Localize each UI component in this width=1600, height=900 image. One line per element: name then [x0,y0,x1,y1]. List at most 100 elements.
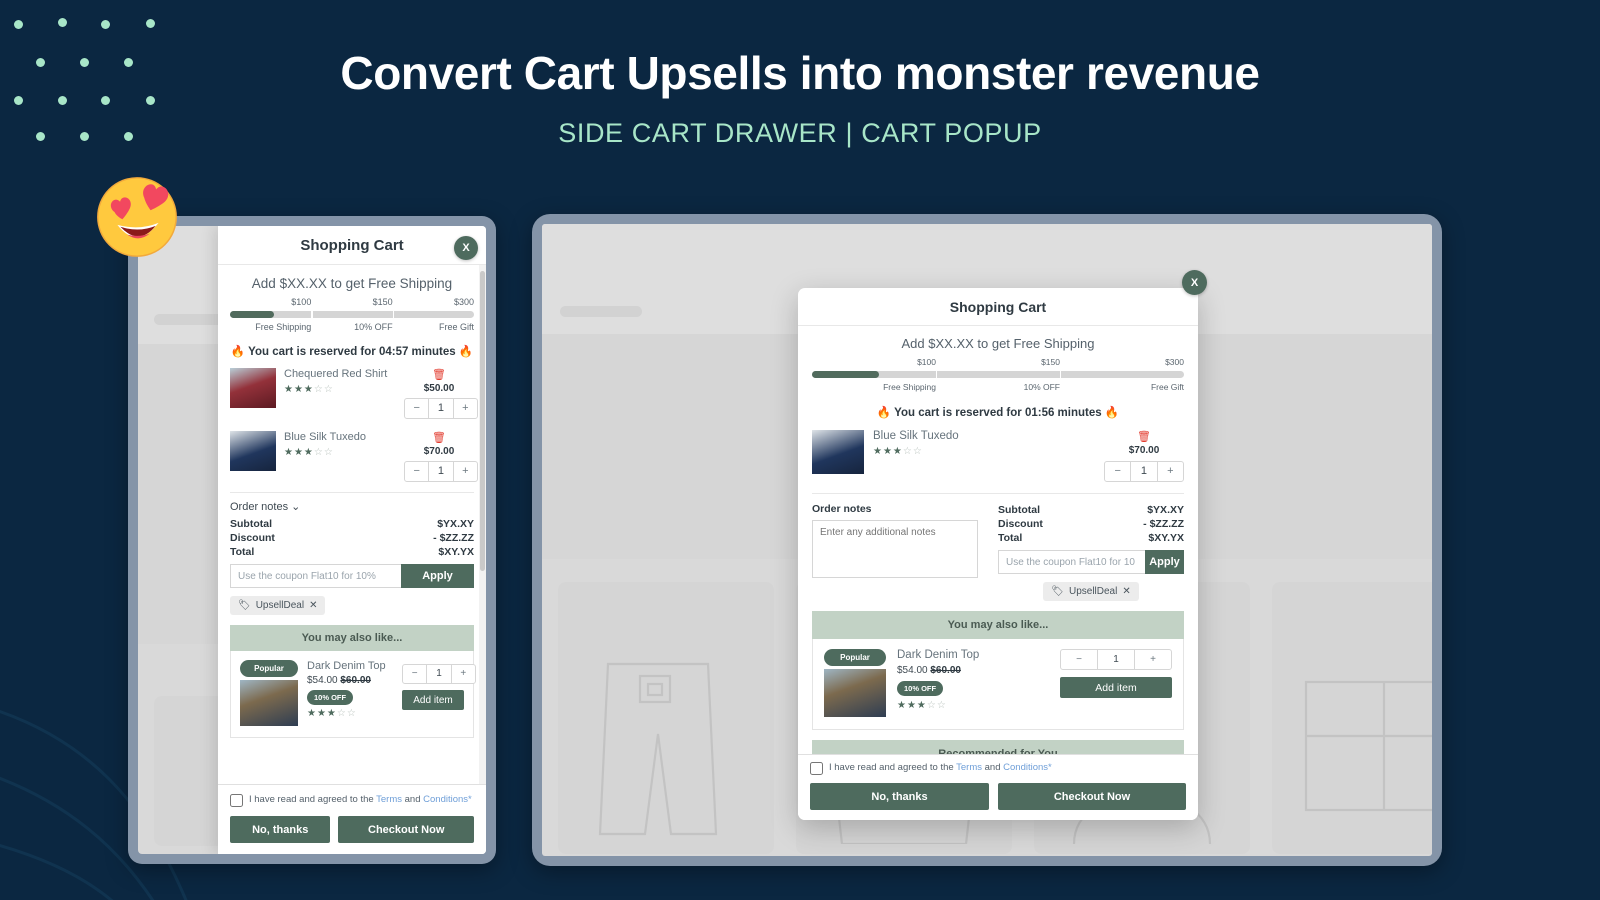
quantity-value[interactable]: 1 [1097,650,1135,669]
summary-value: $XY.YX [438,546,474,558]
product-price: $50.00 [423,383,455,394]
decrease-quantity-button[interactable]: − [405,399,428,418]
poster-canvas: Convert Cart Upsells into monster revenu… [0,0,1600,900]
decline-button[interactable]: No, thanks [810,783,990,810]
upsell-product-name: Dark Denim Top [897,649,980,661]
ghost-text-bar [560,306,642,317]
order-notes-block: Order notes [812,503,978,601]
conditions-link[interactable]: Conditions* [1003,762,1052,773]
drawer-scrollbar[interactable] [479,265,486,784]
increase-quantity-button[interactable]: + [454,462,477,481]
popup-body: Add $XX.XX to get Free Shipping $100 $15… [798,326,1198,768]
coupon-input[interactable] [230,564,401,588]
product-thumbnail [230,368,276,408]
quantity-stepper[interactable]: − 1 + [404,398,478,419]
summary-value: - $ZZ.ZZ [433,532,474,544]
upsell-product-card: Popular Dark Denim Top $54.00 $60.00 10%… [812,639,1184,730]
decrease-quantity-button[interactable]: − [1105,462,1130,481]
close-popup-button[interactable]: X [1182,270,1207,295]
increase-quantity-button[interactable]: + [452,665,475,683]
page-subtitle: SIDE CART DRAWER | CART POPUP [558,118,1042,148]
remove-coupon-icon[interactable]: ✕ [309,600,317,611]
product-price: $70.00 [423,446,455,457]
upsell-price: $54.00 [897,665,928,676]
timer-text: You cart is reserved for 04:57 minutes [248,346,456,358]
cart-title: Shopping Cart [798,288,1198,326]
add-item-button[interactable]: Add item [1060,677,1172,698]
mobile-device-frame: Shopping Cart Add $XX.XX to get Free Shi… [128,216,496,864]
cart-actions: No, thanks Checkout Now [810,783,1186,810]
close-drawer-button[interactable]: X [454,236,478,260]
cart-line-item: Blue Silk Tuxedo ★★★☆☆ 🗑 $70.00 − 1 + [230,431,478,492]
upsell-rating: ★★★☆☆ [897,700,947,711]
progress-tick [392,311,394,318]
decrease-quantity-button[interactable]: − [1061,650,1097,669]
quantity-value[interactable]: 1 [428,462,454,481]
drawer-scroll-area[interactable]: Add $XX.XX to get Free Shipping $100 $15… [218,265,486,784]
quantity-value[interactable]: 1 [426,665,452,683]
coupon-code: UpsellDeal [1068,586,1118,597]
tier-amount: $100 [291,297,312,307]
quantity-value[interactable]: 1 [428,399,454,418]
upsell-thumb-wrap: Popular [240,660,298,726]
tier-amount-row: $100 $150 $300 [812,357,1184,371]
apply-coupon-button[interactable]: Apply [401,564,474,588]
upsell-header: You may also like... [230,625,474,651]
product-rating: ★★★☆☆ [873,446,923,457]
remove-coupon-icon[interactable]: ✕ [1122,586,1130,597]
decline-button[interactable]: No, thanks [230,816,331,843]
tag-icon: 🏷 [238,600,251,611]
terms-checkbox[interactable] [230,794,243,807]
add-item-button[interactable]: Add item [402,690,464,710]
progress-fill [230,311,274,318]
checkout-button[interactable]: Checkout Now [998,783,1186,810]
fire-icon: 🔥 [876,407,892,419]
remove-item-button[interactable]: 🗑 [404,368,474,381]
upsell-product-thumbnail [824,669,886,717]
upsell-quantity-stepper[interactable]: − 1 + [402,664,476,684]
cart-line-item: Chequered Red Shirt ★★★☆☆ 🗑 $50.00 − 1 + [230,368,478,431]
product-name: Blue Silk Tuxedo [284,431,366,443]
tier-reward: 10% OFF [1023,382,1060,392]
upsell-rating: ★★★☆☆ [307,708,357,719]
coupon-input[interactable] [998,550,1145,574]
remove-item-button[interactable]: 🗑 [1104,430,1184,443]
product-price: $70.00 [1128,445,1160,456]
popular-badge: Popular [240,660,298,677]
upsell-header: You may also like... [812,611,1184,639]
fire-icon: 🔥 [458,346,474,358]
quantity-value[interactable]: 1 [1130,462,1158,481]
terms-checkbox[interactable] [810,762,823,775]
product-name: Chequered Red Shirt [284,368,388,380]
apply-coupon-button[interactable]: Apply [1145,550,1184,574]
decrease-quantity-button[interactable]: − [403,665,426,683]
summary-row: Total $XY.YX [998,531,1184,550]
tier-amount-row: $100 $150 $300 [230,297,474,311]
order-notes-textarea[interactable] [812,520,978,578]
terms-link[interactable]: Terms [376,794,402,805]
conditions-link[interactable]: Conditions* [423,794,472,805]
cart-footer: I have read and agreed to the Terms and … [798,754,1198,820]
tier-amount: $300 [1165,357,1184,367]
increase-quantity-button[interactable]: + [1135,650,1171,669]
increase-quantity-button[interactable]: + [454,399,477,418]
terms-text: I have read and agreed to the Terms and … [249,794,472,805]
terms-link[interactable]: Terms [956,762,982,773]
quantity-stepper[interactable]: − 1 + [1104,461,1184,482]
mobile-screen: Shopping Cart Add $XX.XX to get Free Shi… [138,226,486,854]
upsell-thumb-wrap: Popular [824,649,886,717]
order-notes-toggle[interactable]: Order notes ⌄ [230,493,474,517]
ghost-shorts-icon [598,662,718,836]
terms-text: I have read and agreed to the Terms and … [829,762,1052,773]
decrease-quantity-button[interactable]: − [405,462,428,481]
coupon-form: Apply [998,550,1184,574]
remove-item-button[interactable]: 🗑 [404,431,474,444]
scrollbar-thumb[interactable] [480,271,485,571]
increase-quantity-button[interactable]: + [1158,462,1183,481]
upsell-quantity-stepper[interactable]: − 1 + [1060,649,1172,670]
fire-icon: 🔥 [1104,407,1120,419]
tier-reward: Free Gift [1150,382,1184,392]
ghost-text-bar [154,314,226,325]
quantity-stepper[interactable]: − 1 + [404,461,478,482]
checkout-button[interactable]: Checkout Now [338,816,474,843]
